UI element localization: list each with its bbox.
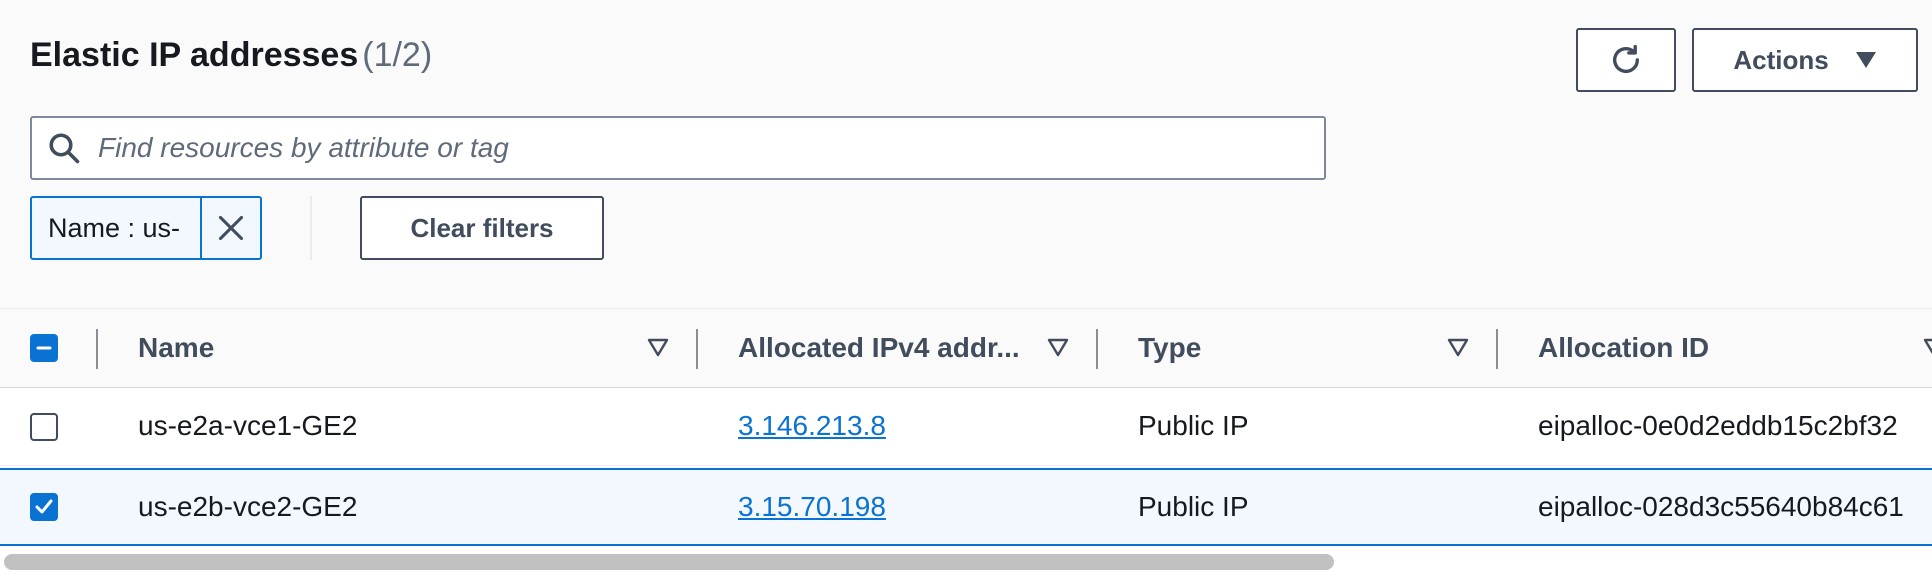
- column-header-type[interactable]: Type: [1138, 309, 1201, 387]
- checkmark-icon: [35, 499, 53, 514]
- page-title-text: Elastic IP addresses: [30, 36, 359, 74]
- cell-ipv4: 3.146.213.8: [738, 388, 886, 464]
- search-input[interactable]: [96, 131, 1324, 165]
- column-resizer[interactable]: [1096, 329, 1098, 369]
- actions-button[interactable]: Actions: [1692, 28, 1918, 92]
- cell-type: Public IP: [1138, 491, 1249, 522]
- selection-count: (1/2): [362, 36, 433, 74]
- column-resizer[interactable]: [696, 329, 698, 369]
- filter-token[interactable]: Name : us-: [30, 196, 262, 260]
- cell-name: us-e2a-vce1-GE2: [138, 410, 358, 441]
- sort-icon[interactable]: [1922, 335, 1932, 359]
- table-row[interactable]: us-e2a-vce1-GE2 3.146.213.8 Public IP ei…: [0, 388, 1932, 466]
- table-row[interactable]: us-e2b-vce2-GE2 3.15.70.198 Public IP ei…: [0, 468, 1932, 546]
- close-icon: [218, 215, 244, 241]
- caret-down-icon: [1855, 52, 1876, 68]
- row-checkbox[interactable]: [30, 493, 58, 521]
- column-header-allocation-id[interactable]: Allocation ID: [1538, 309, 1709, 387]
- filter-token-label[interactable]: Name : us-: [32, 212, 200, 244]
- clear-filters-label: Clear filters: [410, 212, 554, 243]
- row-checkbox[interactable]: [30, 413, 58, 441]
- clear-filters-button[interactable]: Clear filters: [360, 196, 604, 260]
- refresh-icon: [1612, 44, 1640, 73]
- ipv4-link[interactable]: 3.146.213.8: [738, 410, 886, 442]
- cell-allocation-id: eipalloc-028d3c55640b84c61: [1538, 491, 1904, 522]
- checkbox-indeterminate-icon: [36, 346, 52, 350]
- cell-allocation-id: eipalloc-0e0d2eddb15c2bf32: [1538, 410, 1898, 441]
- column-header-name[interactable]: Name: [138, 309, 214, 387]
- horizontal-scrollbar-thumb[interactable]: [4, 554, 1334, 570]
- cell-type: Public IP: [1138, 410, 1249, 441]
- column-separator: [96, 329, 98, 369]
- filter-token-remove-button[interactable]: [200, 198, 260, 258]
- search-field[interactable]: [30, 116, 1326, 180]
- sort-icon[interactable]: [646, 335, 670, 359]
- header-area: Elastic IP addresses(1/2) Actions Name :…: [0, 0, 1932, 309]
- filter-token-text: Name : us-: [48, 212, 181, 244]
- ipv4-link[interactable]: 3.15.70.198: [738, 491, 886, 523]
- refresh-button[interactable]: [1576, 28, 1676, 92]
- search-icon: [46, 130, 82, 166]
- sort-icon[interactable]: [1046, 335, 1070, 359]
- filter-divider: [310, 196, 312, 260]
- cell-ipv4: 3.15.70.198: [738, 470, 886, 544]
- page-title: Elastic IP addresses (1/2): [30, 36, 432, 75]
- cell-name: us-e2b-vce2-GE2: [138, 491, 358, 522]
- sort-icon[interactable]: [1446, 335, 1470, 359]
- column-resizer[interactable]: [1496, 329, 1498, 369]
- actions-button-label: Actions: [1733, 44, 1829, 75]
- column-header-ipv4[interactable]: Allocated IPv4 addr...: [738, 309, 1020, 387]
- table-header: Name Allocated IPv4 addr... Type Allocat…: [0, 309, 1932, 389]
- select-all-checkbox[interactable]: [30, 334, 58, 362]
